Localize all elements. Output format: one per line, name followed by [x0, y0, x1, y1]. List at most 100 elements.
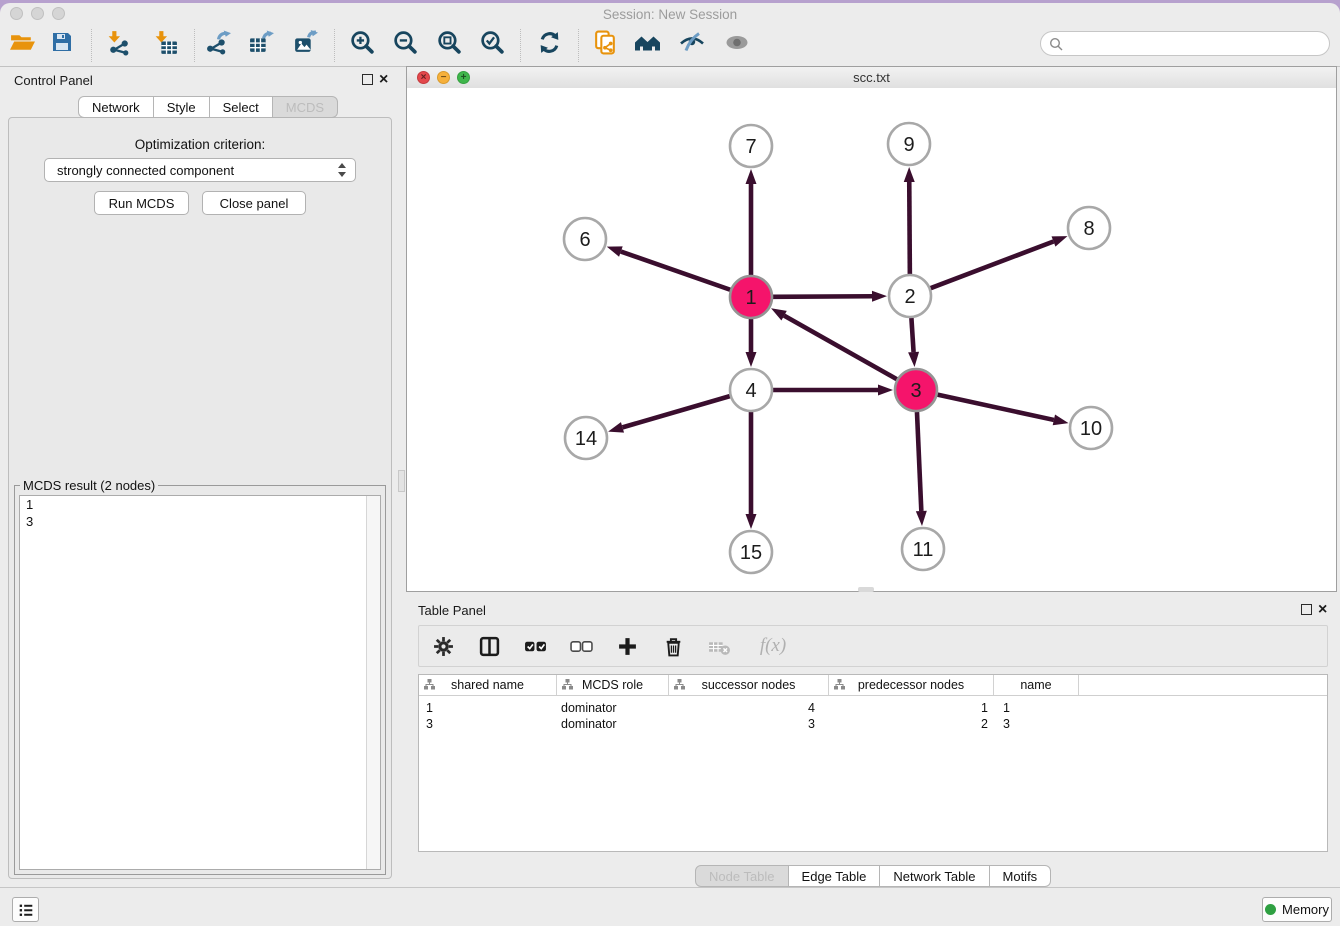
graph-edge-arrow [1052, 236, 1068, 246]
cell-mcds-role: dominator [557, 717, 669, 733]
clone-network-icon[interactable] [591, 28, 619, 56]
column-header-mcds-role[interactable]: MCDS role [557, 675, 669, 695]
network-hscrollbar-grip[interactable] [858, 587, 874, 592]
split-columns-icon[interactable] [477, 634, 501, 658]
zoom-in-icon[interactable] [348, 28, 376, 56]
node-table: shared name MCDS role successor nodes pr… [418, 674, 1328, 852]
import-table-icon[interactable] [151, 28, 179, 56]
column-header-shared-name[interactable]: shared name [419, 675, 557, 695]
zoom-selected-icon[interactable] [478, 28, 506, 56]
tab-select[interactable]: Select [210, 96, 273, 118]
delete-column-trash-icon[interactable] [661, 634, 685, 658]
export-network-icon[interactable] [204, 28, 232, 56]
gear-icon[interactable] [431, 634, 455, 658]
graph-edge-arrow [746, 169, 757, 184]
network-graph[interactable]: 7968124314101511 [407, 88, 1336, 591]
control-panel-float-icon[interactable] [362, 74, 373, 85]
add-column-icon[interactable] [615, 634, 639, 658]
graph-edge-4-14[interactable] [622, 396, 729, 427]
status-bar: Memory [0, 887, 1340, 926]
graph-edge-1-2[interactable] [773, 296, 872, 297]
refresh-icon[interactable] [535, 28, 563, 56]
save-session-icon[interactable] [48, 28, 76, 56]
graph-node-label: 3 [910, 380, 921, 402]
criterion-dropdown-value: strongly connected component [57, 163, 234, 178]
graph-edge-2-9[interactable] [909, 182, 910, 274]
tab-network-table[interactable]: Network Table [880, 865, 989, 887]
tab-style[interactable]: Style [154, 96, 210, 118]
cell-successor-nodes: 3 [669, 717, 829, 733]
zoom-out-icon[interactable] [391, 28, 419, 56]
graph-node-label: 2 [904, 286, 915, 308]
toolbar-search[interactable] [1040, 31, 1330, 56]
tab-node-table[interactable]: Node Table [695, 865, 789, 887]
cell-predecessor-nodes: 2 [829, 717, 994, 733]
graph-edge-arrow [608, 422, 624, 433]
mcds-result-box[interactable]: 1 3 [19, 495, 381, 870]
toolbar-separator [520, 29, 521, 62]
table-panel-float-icon[interactable] [1301, 604, 1312, 615]
graph-edge-2-8[interactable] [931, 241, 1054, 288]
graph-node-label: 11 [913, 539, 934, 561]
tab-motifs[interactable]: Motifs [990, 865, 1052, 887]
graph-edge-2-3[interactable] [911, 318, 913, 352]
graph-edge-3-1[interactable] [784, 316, 897, 380]
toolbar-separator [91, 29, 92, 62]
column-header-successor-nodes[interactable]: successor nodes [669, 675, 829, 695]
graph-edge-3-10[interactable] [937, 395, 1053, 420]
import-network-icon[interactable] [104, 28, 132, 56]
network-window-titlebar[interactable]: × − + scc.txt [407, 67, 1336, 89]
mcds-result-line: 3 [20, 513, 380, 530]
mcds-result-fieldset: MCDS result (2 nodes) 1 3 [14, 485, 386, 875]
fx-label: f(x) [760, 635, 786, 657]
tab-mcds[interactable]: MCDS [273, 96, 338, 118]
graph-edge-3-11[interactable] [917, 412, 921, 511]
hierarchy-icon [562, 679, 573, 690]
graph-edge-1-6[interactable] [621, 252, 730, 290]
cell-shared-name: 1 [419, 701, 557, 717]
criterion-dropdown[interactable]: strongly connected component [44, 158, 356, 182]
column-header-name[interactable]: name [994, 675, 1079, 695]
close-panel-button[interactable]: Close panel [202, 191, 306, 215]
network-canvas[interactable]: 7968124314101511 [407, 88, 1336, 591]
graph-node-label: 1 [745, 287, 756, 309]
column-header-predecessor-nodes[interactable]: predecessor nodes [829, 675, 994, 695]
home-icon[interactable] [634, 28, 662, 56]
tab-network[interactable]: Network [78, 96, 154, 118]
table-row[interactable]: 1 dominator 4 1 1 [419, 701, 1327, 717]
memory-button[interactable]: Memory [1262, 897, 1332, 922]
table-panel-tabs: Node Table Edge Table Network Table Moti… [695, 865, 1051, 887]
run-mcds-button[interactable]: Run MCDS [94, 191, 189, 215]
hide-panel-eye-icon[interactable] [678, 28, 706, 56]
export-image-icon[interactable] [291, 28, 319, 56]
application-window: Session: New Session [0, 3, 1340, 926]
zoom-fit-icon[interactable] [435, 28, 463, 56]
tab-edge-table[interactable]: Edge Table [789, 865, 881, 887]
cell-name: 1 [994, 701, 1079, 717]
graph-edge-arrow [607, 246, 623, 256]
automation-panel-button[interactable] [12, 897, 39, 922]
memory-label: Memory [1282, 902, 1329, 917]
table-header-row: shared name MCDS role successor nodes pr… [419, 675, 1327, 696]
column-label: successor nodes [702, 678, 796, 692]
open-session-icon[interactable] [8, 28, 36, 56]
table-panel-close-icon[interactable]: × [1318, 604, 1327, 615]
hierarchy-icon [674, 679, 685, 690]
split-divider-grip[interactable] [398, 470, 405, 492]
column-label: name [1020, 678, 1051, 692]
list-icon [17, 901, 35, 919]
graph-node-label: 14 [575, 428, 597, 450]
table-toolbar: f(x) [418, 625, 1328, 667]
graph-node-label: 6 [579, 229, 590, 251]
control-panel-close-icon[interactable]: × [379, 74, 388, 85]
search-input[interactable] [1068, 35, 1321, 52]
hierarchy-icon [424, 679, 435, 690]
chevron-up-down-icon [338, 162, 347, 178]
table-panel-title: Table Panel [418, 603, 486, 618]
result-scrollbar[interactable] [366, 496, 380, 869]
graph-edge-arrow [746, 514, 757, 529]
select-all-columns-icon[interactable] [523, 634, 547, 658]
export-table-icon[interactable] [247, 28, 275, 56]
deselect-all-columns-icon[interactable] [569, 634, 593, 658]
table-row[interactable]: 3 dominator 3 2 3 [419, 717, 1327, 733]
